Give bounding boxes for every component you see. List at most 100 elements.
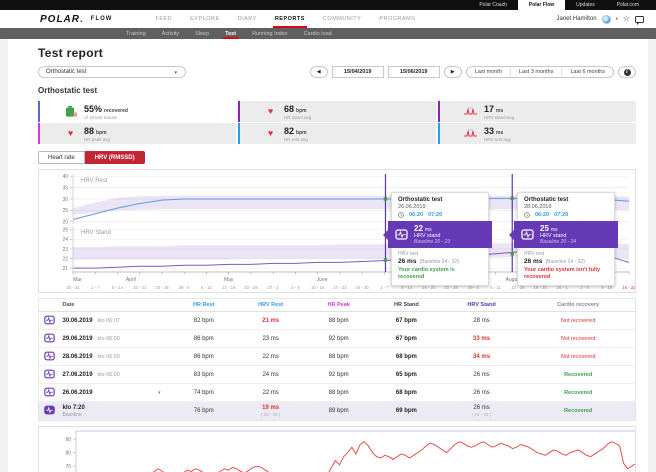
ecg-test-icon[interactable] [44,369,55,379]
nav-item-community[interactable]: COMMUNITY [314,10,370,28]
test-result-row[interactable]: 26.06.2019▾74 bpm22 ms88 bpm68 bpm26 msR… [39,384,636,402]
info-button[interactable]: i [618,66,636,78]
subnav-item-test[interactable]: Test [217,28,244,39]
chevron-down-icon[interactable]: ▾ [616,16,618,22]
topbar-link-polar-com[interactable]: Polar.com [606,0,650,10]
feedback-chat-icon[interactable] [635,16,644,23]
recovery-verdict: Your cardio system isn't fully recovered [524,267,608,281]
polar-flow-app: Polar CoachPolar FlowUpdatesPolar.com PO… [0,0,656,472]
heart-icon: ♥ [64,129,77,138]
top-black-bar: Polar CoachPolar FlowUpdatesPolar.com [0,0,656,10]
nav-item-programs[interactable]: PROGRAMS [370,10,424,28]
test-result-row[interactable]: 28.06.2019klo 06:0086 bpm22 ms88 bpm68 b… [39,348,636,366]
nav-item-feed[interactable]: FEED [146,10,181,28]
svg-text:1 - 7: 1 - 7 [91,285,100,290]
column-header-date[interactable]: Date [61,299,173,312]
test-date-cell: 30.06.2019klo 06:07 [61,312,173,330]
column-header-hr-rest[interactable]: HR Rest [173,299,236,312]
hrv-toggle-button[interactable]: HRV (RMSSD) [85,151,145,164]
heart-rate-toggle-button[interactable]: Heart rate [38,151,85,164]
test-date: 27.06.2019 [63,372,93,378]
subnav-item-activity[interactable]: Activity [154,28,187,39]
test-result-row[interactable]: 27.06.2019klo 06:0083 bpm24 ms92 bpm65 b… [39,366,636,384]
logo-text: POLAR [40,14,80,25]
next-period-button[interactable]: ▶ [444,66,462,78]
summary-grid: 55%recoveredof 18 test results ♥ 68bpmHR… [38,101,636,144]
test-result-row[interactable]: 29.06.2019klo 06:0086 bpm23 ms92 bpm67 b… [39,330,636,348]
summary-tile-hr-rest: ♥ 82bpmHR rest avg [238,123,436,144]
ecg-test-icon[interactable] [44,315,55,325]
prev-period-button[interactable]: ◀ [310,66,328,78]
metric-cell: 88 bpm [306,348,371,366]
tooltip-title: Orthostatic test [398,197,482,203]
topbar-link-polar-flow[interactable]: Polar Flow [518,0,565,10]
cardio-recovery-cell: Recovered [521,384,635,402]
test-date: klo 7:20 [63,405,85,411]
cardio-recovery-cell: Not recovered [521,330,635,348]
range-button-last-6-months[interactable]: Last 6 months [562,67,613,77]
column-header-hr-peak[interactable]: HR Peak [306,299,371,312]
hrv-trend-chart-card: 4035302520HRV Rest2524232221HRV StandMar… [38,169,636,293]
test-heart-rate-chart[interactable]: 9080706000:00:4000:01:0000:01:2000:01:40… [39,427,635,472]
metric-cell: 83 bpm [173,366,236,384]
ecg-test-icon[interactable] [44,333,55,343]
test-type-select[interactable]: Orthostatic test ▼ [38,66,186,78]
info-icon: i [624,69,631,76]
svg-text:24: 24 [62,237,68,243]
heart-icon: ♥ [264,107,277,116]
metric-cell: 86 bpm [173,330,236,348]
favorites-star-icon[interactable]: ☆ [623,15,630,23]
column-header-cardio-recovery[interactable]: Cardio recovery [521,299,635,312]
metric-cell: 86 bpm [173,348,236,366]
collapse-chevron-icon[interactable]: ▾ [158,390,161,396]
date-to-field[interactable]: 15/06/2019 [388,66,440,78]
svg-text:15 - 21: 15 - 21 [133,285,147,290]
user-name[interactable]: Janet Hamilton [557,16,597,22]
date-range-controls: ◀ 15/04/2019 15/06/2019 ▶ Last monthLast… [310,66,636,78]
user-area: Janet Hamilton ▾ ☆ [557,10,644,28]
nav-item-diary[interactable]: DIARY [229,10,266,28]
clock-icon [398,212,404,218]
tooltip-times: 06:20 07:20 [524,212,608,218]
subnav-item-training[interactable]: Training [118,28,154,39]
range-button-last-3-months[interactable]: Last 3 months [511,67,563,77]
column-header-hrv-rest[interactable]: HRV Rest [235,299,306,312]
subnav-item-running-index[interactable]: Running Index [244,28,295,39]
test-time-link[interactable]: 06:20 [409,212,423,218]
test-date: 29.06.2019 [63,336,93,342]
metric-cell: 76 bpm [173,402,236,421]
svg-text:30: 30 [62,197,68,203]
nav-item-explore[interactable]: EXPLORE [181,10,228,28]
test-result-row[interactable]: klo 7:20Baseline76 bpm19 ms( 20 - 28 )89… [39,402,636,421]
svg-text:35: 35 [62,185,68,191]
battery-icon [64,106,77,117]
date-from-field[interactable]: 15/04/2019 [332,66,384,78]
test-time-link[interactable]: 07:20 [554,212,568,218]
svg-text:23: 23 [62,247,68,253]
column-header-hr-stand[interactable]: HR Stand [371,299,442,312]
test-date-cell: 27.06.2019klo 06:00 [61,366,173,384]
test-time-link[interactable]: 07:20 [428,212,442,218]
avatar[interactable] [602,15,611,24]
nav-item-reports[interactable]: REPORTS [266,10,314,28]
svg-text:April: April [126,277,136,283]
column-header-hrv-stand[interactable]: HRV Stand [442,299,522,312]
svg-text:80: 80 [65,450,71,456]
test-time-link[interactable]: 06:20 [535,212,549,218]
range-button-last-month[interactable]: Last month [467,67,511,77]
ecg-test-icon[interactable] [44,387,55,397]
ecg-test-icon[interactable] [44,351,55,361]
metric-toggle: Heart rate HRV (RMSSD) [38,151,636,164]
subnav-item-sleep[interactable]: Sleep [187,28,217,39]
tooltip-date: 28.06.2019 [524,204,608,210]
subnav-item-cardio-load[interactable]: Cardio load [296,28,340,39]
metric-cell: 88 bpm [306,384,371,402]
recovery-verdict: Your cardio system is recovered [398,267,482,281]
polar-logo[interactable]: POLAR. FLOW [40,10,112,28]
svg-text:6 - 12: 6 - 12 [201,285,213,290]
test-result-row[interactable]: 30.06.2019klo 06:0782 bpm21 ms88 bpm67 b… [39,312,636,330]
ecg-test-icon[interactable] [44,405,55,415]
metric-cell: 22 ms [235,348,306,366]
topbar-link-polar-coach[interactable]: Polar Coach [468,0,518,10]
topbar-link-updates[interactable]: Updates [565,0,606,10]
